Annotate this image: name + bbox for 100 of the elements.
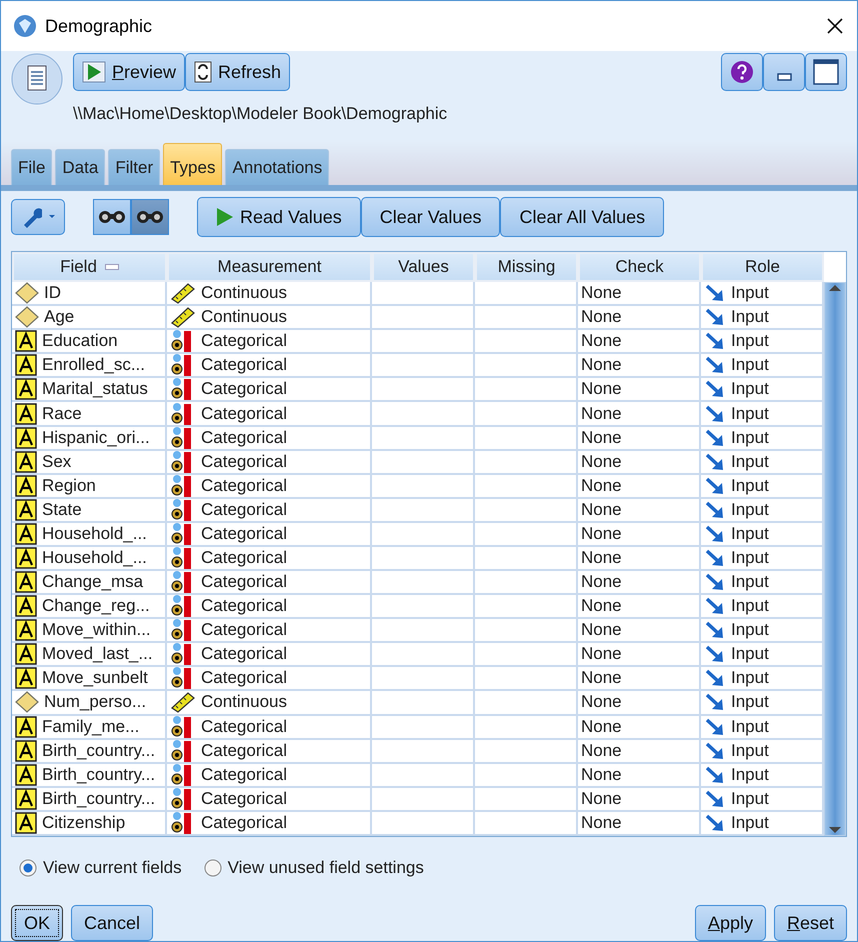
string-type-icon: [15, 354, 37, 376]
string-type-icon: [15, 571, 37, 594]
measurement-cell: Continuous: [201, 307, 288, 328]
input-arrow-icon: [704, 668, 726, 688]
field-name: Family_me...: [42, 716, 140, 737]
view-toggle-button[interactable]: [93, 199, 131, 235]
check-cell: None: [581, 524, 622, 544]
string-type-icon: [15, 643, 37, 666]
string-type-icon: [15, 716, 37, 738]
dialog-button[interactable]: OK: [11, 905, 64, 941]
column-header[interactable]: Values: [372, 252, 475, 282]
tab[interactable]: Annotations: [225, 149, 330, 185]
column-header[interactable]: Field: [12, 252, 167, 282]
string-type-icon: [15, 498, 37, 521]
role-cell: Input: [731, 428, 769, 448]
input-arrow-icon: [704, 428, 726, 448]
input-arrow-icon: [704, 764, 726, 785]
input-arrow-icon: [704, 716, 726, 737]
scrollbar[interactable]: [824, 282, 846, 836]
string-type-icon: [15, 402, 37, 425]
play-icon: [216, 207, 234, 227]
input-arrow-icon: [704, 644, 726, 664]
field-name: Num_perso...: [44, 692, 146, 712]
tab[interactable]: File: [11, 149, 52, 185]
role-cell: Input: [731, 764, 769, 785]
input-arrow-icon: [704, 692, 726, 712]
column-header[interactable]: Measurement: [167, 252, 372, 282]
ruler-icon: [170, 282, 196, 304]
tab[interactable]: Filter: [108, 149, 160, 185]
dialog-button[interactable]: Apply: [694, 905, 766, 941]
dialog-button[interactable]: Reset: [774, 905, 847, 941]
radio-button[interactable]: [19, 859, 37, 877]
measurement-cell: Categorical: [201, 716, 287, 737]
field-name: Move_within...: [42, 620, 151, 640]
check-cell: None: [581, 812, 622, 833]
binoculars-icon: [98, 210, 126, 224]
string-type-icon: [15, 474, 37, 497]
check-cell: None: [581, 452, 622, 472]
tab[interactable]: Data: [55, 149, 106, 185]
tab[interactable]: Types: [163, 143, 222, 185]
measurement-cell: Categorical: [201, 500, 287, 520]
check-cell: None: [581, 355, 622, 376]
input-arrow-icon: [704, 524, 726, 544]
ruler-icon: [170, 691, 196, 714]
help-button[interactable]: [721, 53, 763, 91]
role-cell: Input: [731, 331, 769, 352]
dialog-button[interactable]: Cancel: [71, 905, 154, 941]
field-name: Moved_last_...: [42, 644, 153, 664]
input-arrow-icon: [704, 500, 726, 520]
column-header[interactable]: Check: [578, 252, 701, 282]
radio-button[interactable]: [204, 859, 222, 877]
role-cell: Input: [731, 668, 769, 688]
measurement-cell: Categorical: [201, 404, 287, 424]
toolbar-button[interactable]: Clear All Values: [500, 197, 664, 237]
role-cell: Input: [731, 620, 769, 640]
view-toggle-button[interactable]: [131, 199, 169, 235]
role-cell: Input: [731, 596, 769, 616]
toolbar-button[interactable]: Clear Values: [360, 197, 500, 237]
check-cell: None: [581, 764, 622, 785]
field-name: Birth_country...: [42, 788, 156, 809]
preview-icon: [82, 61, 106, 83]
column-header[interactable]: Role: [701, 252, 824, 282]
measurement-cell: Categorical: [201, 812, 287, 833]
measurement-cell: Categorical: [201, 764, 287, 785]
column-header[interactable]: Missing: [475, 252, 578, 282]
window-title: Demographic: [45, 14, 154, 38]
header-button[interactable]: Refresh: [185, 53, 290, 91]
check-cell: None: [581, 572, 622, 592]
check-cell: None: [581, 716, 622, 737]
field-name: Household_...: [42, 548, 147, 568]
role-cell: Input: [731, 500, 769, 520]
check-cell: None: [581, 500, 622, 520]
ruler-icon: [170, 306, 196, 328]
measurement-cell: Categorical: [201, 788, 287, 809]
refresh-icon: [194, 61, 212, 83]
radio-label[interactable]: View current fields: [43, 855, 182, 881]
input-arrow-icon: [704, 404, 726, 424]
string-type-icon: [15, 619, 37, 642]
role-cell: Input: [731, 788, 769, 809]
caret-icon: [48, 214, 56, 220]
role-cell: Input: [731, 524, 769, 544]
field-name: Household_...: [42, 524, 147, 544]
header-button[interactable]: Preview: [73, 53, 186, 91]
radio-label[interactable]: View unused field settings: [228, 855, 424, 881]
measurement-cell: Categorical: [201, 572, 287, 592]
toolbar-button[interactable]: Read Values: [197, 197, 361, 237]
string-type-icon: [15, 812, 37, 834]
field-name: Birth_country...: [42, 740, 156, 761]
input-arrow-icon: [704, 307, 726, 328]
tools-menu-button[interactable]: [11, 199, 65, 235]
string-type-icon: [15, 426, 37, 449]
check-cell: None: [581, 788, 622, 809]
minimize-button[interactable]: [763, 53, 805, 91]
string-type-icon: [15, 595, 37, 618]
diamond-icon: [15, 306, 39, 328]
maximize-button[interactable]: [805, 53, 847, 91]
string-type-icon: [15, 330, 37, 352]
field-name: Marital_status: [42, 379, 148, 400]
input-arrow-icon: [704, 355, 726, 376]
string-type-icon: [15, 740, 37, 762]
